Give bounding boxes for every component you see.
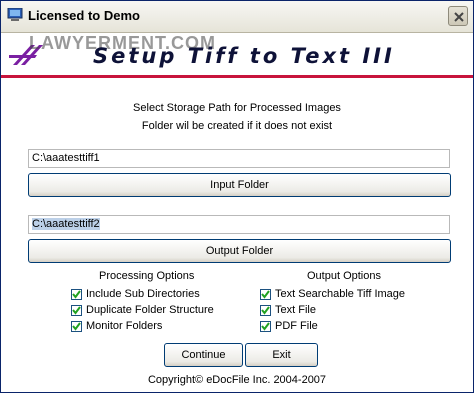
processing-options-heading: Processing Options — [99, 270, 195, 282]
output-folder-field[interactable]: C:\aaatesttiff2 — [28, 215, 450, 234]
title-bar[interactable]: Licensed to Demo — [1, 1, 473, 33]
checkmark-icon — [261, 322, 270, 331]
close-button[interactable] — [448, 6, 468, 26]
checkbox-box[interactable] — [260, 321, 271, 332]
instruction-line-1: Select Storage Path for Processed Images — [133, 102, 341, 114]
include-subdirectories-label: Include Sub Directories — [86, 288, 200, 300]
input-folder-field[interactable]: C:\aaatesttiff1 — [28, 149, 450, 168]
checkbox-box[interactable] — [71, 321, 82, 332]
checkbox-box[interactable] — [260, 289, 271, 300]
duplicate-folder-structure-label: Duplicate Folder Structure — [86, 304, 214, 316]
copyright-text: Copyright© eDocFile Inc. 2004-2007 — [147, 374, 327, 386]
continue-button[interactable]: Continue — [164, 343, 243, 367]
checkmark-icon — [261, 290, 270, 299]
close-icon — [454, 12, 464, 22]
checkmark-icon — [72, 322, 81, 331]
text-searchable-tiff-label: Text Searchable Tiff Image — [275, 288, 406, 300]
input-folder-value: C:\aaatesttiff1 — [32, 152, 100, 164]
pdf-file-label: PDF File — [275, 320, 318, 332]
banner-divider — [1, 75, 473, 78]
output-folder-button[interactable]: Output Folder — [28, 239, 451, 263]
checkmark-icon — [72, 290, 81, 299]
checkmark-icon — [261, 306, 270, 315]
checkbox-box[interactable] — [260, 305, 271, 316]
checkbox-box[interactable] — [71, 289, 82, 300]
banner-title: Setup Tiff to Text III — [93, 44, 395, 68]
input-folder-button[interactable]: Input Folder — [28, 173, 451, 197]
computer-icon — [7, 8, 23, 21]
checkbox-box[interactable] — [71, 305, 82, 316]
header-banner: LAWYERMENT.COM Setup Tiff to Text III — [1, 33, 473, 75]
monitor-folders-label: Monitor Folders — [86, 320, 163, 332]
instruction-line-2: Folder wil be created if it does not exi… — [141, 120, 333, 132]
output-folder-value: C:\aaatesttiff2 — [32, 218, 100, 230]
setup-window: Licensed to Demo LAWYERMENT.COM Setup Ti… — [0, 0, 474, 393]
dialog-body: LAWYERMENT.COM Setup Tiff to Text III Se… — [1, 33, 473, 392]
exit-button[interactable]: Exit — [245, 343, 318, 367]
window-title: Licensed to Demo — [28, 8, 140, 23]
output-options-heading: Output Options — [307, 270, 381, 282]
checkmark-icon — [72, 306, 81, 315]
text-file-label: Text File — [275, 304, 316, 316]
